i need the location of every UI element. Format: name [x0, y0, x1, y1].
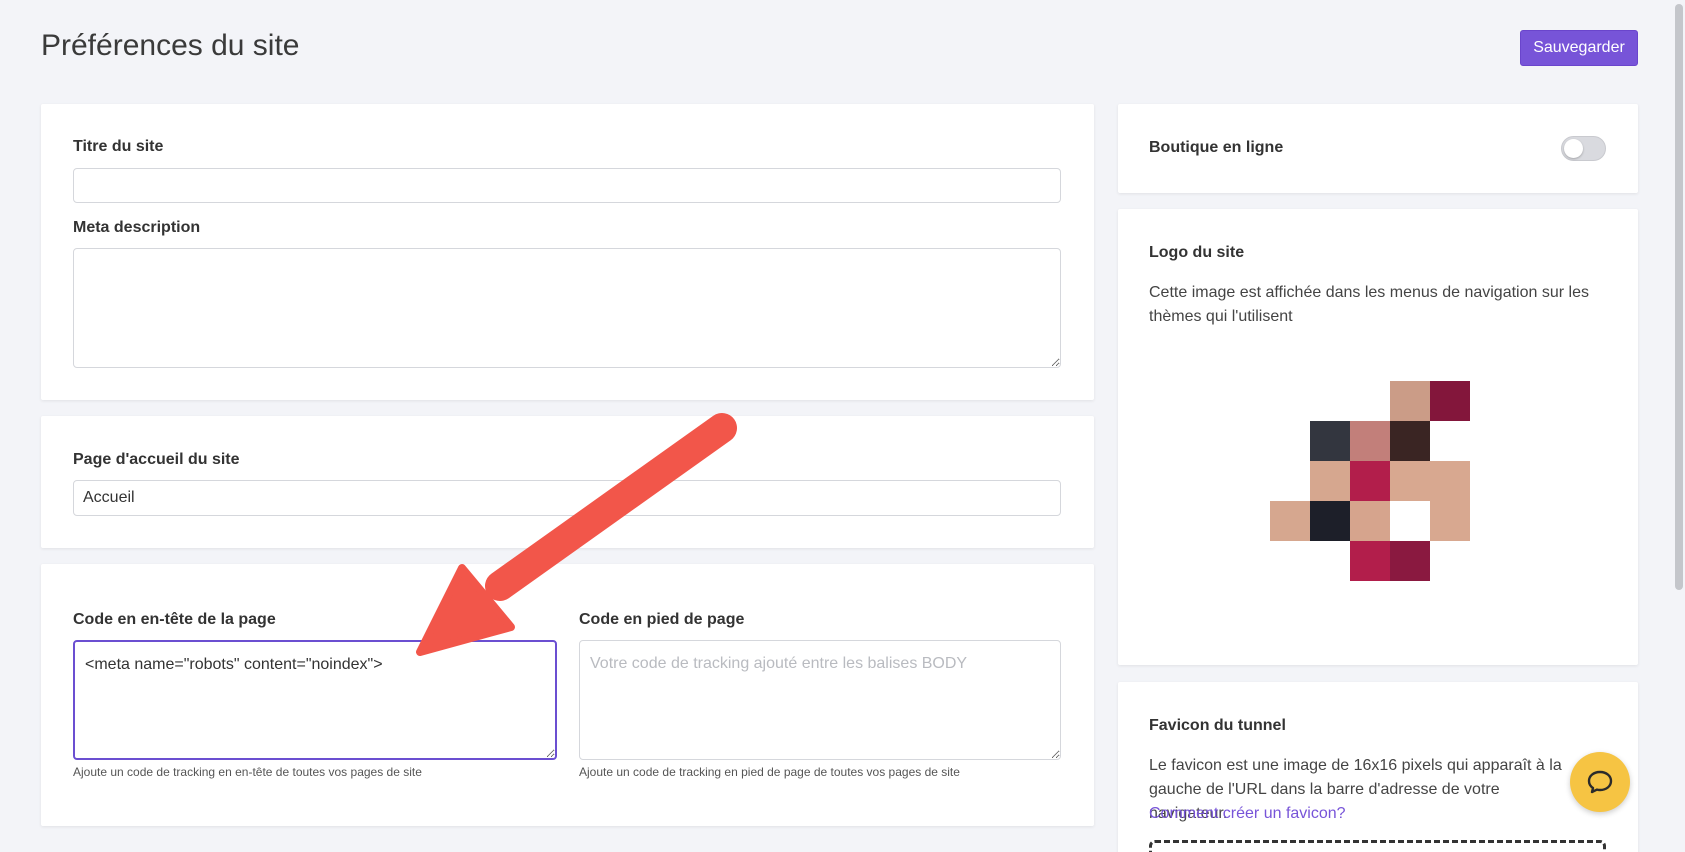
tracking-code-card: Code en en-tête de la page <meta name="r…: [41, 564, 1094, 826]
header-code-help: Ajoute un code de tracking en en-tête de…: [73, 765, 422, 779]
chat-button[interactable]: [1570, 752, 1630, 812]
toggle-knob: [1564, 139, 1583, 158]
favicon-help-link[interactable]: Comment créer un favicon?: [1149, 802, 1346, 826]
shop-label: Boutique en ligne: [1149, 139, 1284, 156]
site-logo-image[interactable]: [1270, 381, 1470, 587]
footer-code-label: Code en pied de page: [579, 611, 745, 628]
site-title-label: Titre du site: [73, 138, 164, 155]
logo-description: Cette image est affichée dans les menus …: [1149, 284, 1589, 325]
meta-description-label: Meta description: [73, 219, 201, 236]
scrollbar-thumb[interactable]: [1675, 4, 1683, 590]
header-code-label: Code en en-tête de la page: [73, 611, 276, 628]
favicon-card: Favicon du tunnel Le favicon est une ima…: [1118, 682, 1638, 852]
footer-code-help: Ajoute un code de tracking en pied de pa…: [579, 765, 960, 779]
shop-card: Boutique en ligne: [1118, 104, 1638, 193]
homepage-card: Page d'accueil du site: [41, 416, 1094, 548]
save-button[interactable]: Sauvegarder: [1520, 30, 1638, 66]
general-settings-card: Titre du site Meta description: [41, 104, 1094, 400]
footer-code-textarea[interactable]: [579, 640, 1061, 760]
meta-description-textarea[interactable]: [73, 248, 1061, 368]
chat-bubble-icon: [1587, 770, 1613, 794]
site-title-input[interactable]: [73, 168, 1061, 203]
favicon-upload-dropzone[interactable]: [1149, 840, 1606, 852]
shop-toggle[interactable]: [1561, 136, 1606, 161]
page-title: Préférences du site: [41, 29, 300, 62]
homepage-label: Page d'accueil du site: [73, 451, 240, 468]
header-code-textarea[interactable]: <meta name="robots" content="noindex">: [73, 640, 557, 760]
logo-title: Logo du site: [1149, 244, 1245, 261]
homepage-select[interactable]: [73, 480, 1061, 516]
favicon-title: Favicon du tunnel: [1149, 717, 1286, 734]
